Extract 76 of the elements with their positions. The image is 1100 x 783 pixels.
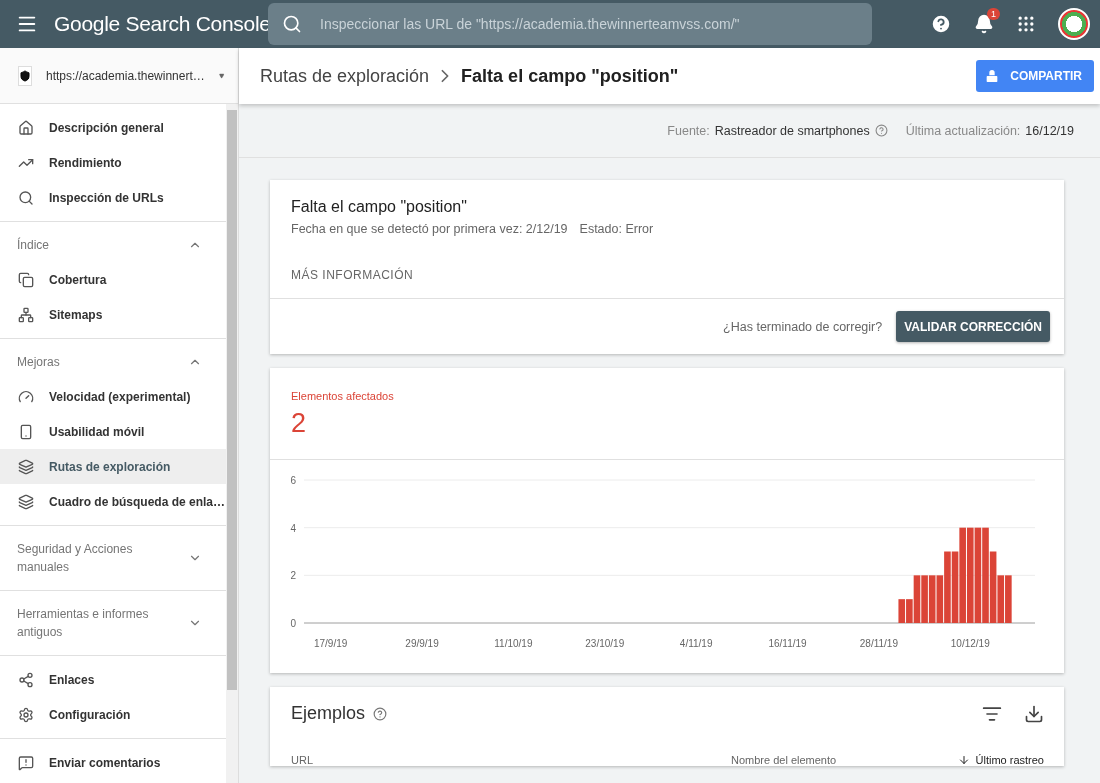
help-icon[interactable] (930, 13, 952, 35)
app-title: Google Search Console (54, 12, 268, 36)
property-selector[interactable]: https://academia.thewinnert… (0, 48, 238, 104)
shield-icon (19, 69, 31, 82)
detected-date: Fecha en que se detectó por primera vez: 2/12/19 (291, 222, 568, 236)
axis-label: 10/12/19 (950, 638, 990, 649)
column-header[interactable]: URL (291, 754, 731, 766)
nav-item[interactable]: Cuadro de búsqueda de enla… (0, 484, 226, 519)
axis-label: 23/10/19 (585, 638, 625, 649)
axis-label: 0 (290, 618, 296, 629)
home-icon (18, 119, 34, 136)
notification-badge: 1 (987, 8, 1000, 20)
column-header[interactable]: Nombre del elemento (731, 754, 837, 766)
dropdown-icon (218, 71, 224, 80)
affected-count: 2 (291, 408, 307, 438)
help-icon[interactable] (874, 124, 888, 137)
phone-icon (18, 423, 34, 440)
nav-item[interactable]: Usabilidad móvil (0, 414, 226, 449)
copy-icon (18, 271, 34, 288)
apps-icon[interactable] (1016, 14, 1036, 34)
layers-icon (18, 458, 34, 475)
layers-icon (18, 493, 34, 510)
download-icon[interactable] (1024, 703, 1044, 724)
issue-title: Falta el campo "position" (290, 197, 468, 217)
more-info-link[interactable]: MÁS INFORMACIÓN (291, 268, 414, 282)
axis-label: 16/11/19 (768, 638, 807, 649)
axis-label: 4 (290, 522, 296, 534)
breadcrumb-link[interactable]: Rutas de exploración (260, 65, 430, 87)
section-header[interactable]: Índice (0, 228, 226, 262)
nav-item[interactable]: Cobertura (0, 262, 226, 297)
nav-item[interactable]: Configuración (0, 697, 226, 732)
share-button[interactable]: COMPARTIR (976, 60, 1094, 92)
status-text: Estado: Error (579, 222, 654, 236)
search-field[interactable]: Inspeccionar las URL de "https://academia.thewinnerteamvss.com/" (318, 15, 858, 33)
sitemap-icon (18, 306, 34, 323)
sort-icon (957, 754, 970, 766)
column-header[interactable]: Último rastreo (957, 754, 1044, 766)
affected-label: Elementos afectados (290, 389, 395, 404)
avatar[interactable] (1058, 8, 1090, 40)
nav-item[interactable]: Velocidad (experimental) (0, 379, 226, 414)
section-header[interactable]: Mejoras (0, 345, 226, 379)
updated-value: 16/12/19 (1025, 123, 1074, 138)
question-text: ¿Has terminado de corregir? (723, 319, 883, 334)
gauge-icon (18, 388, 34, 405)
source-label: Fuente: (667, 123, 710, 138)
axis-label: 2 (290, 570, 296, 582)
axis-label: 17/9/19 (313, 638, 348, 649)
nav-item[interactable]: Rendimiento (0, 145, 226, 180)
axis-label: 28/11/19 (859, 638, 898, 649)
source-value: Rastreador de smartphones (714, 123, 870, 138)
nav-item[interactable]: Rutas de exploración (0, 449, 226, 484)
nav-item[interactable]: Enviar comentarios (0, 745, 226, 780)
nav-item[interactable]: Descripción general (0, 110, 226, 145)
axis-label: 6 (290, 475, 296, 486)
search-bar[interactable]: Inspeccionar las URL de "https://academia.thewinnerteamvss.com/" (268, 3, 872, 45)
nav-item[interactable]: Sitemaps (0, 297, 226, 332)
page-title: Falta el campo "position" (461, 65, 679, 87)
settings-icon (18, 706, 34, 723)
share-icon (18, 671, 34, 688)
feedback-icon (18, 754, 34, 771)
lock-icon (984, 68, 1001, 84)
validate-button[interactable]: VALIDAR CORRECCIÓN (896, 311, 1050, 342)
axis-label: 4/11/19 (679, 638, 713, 649)
section-header[interactable]: Seguridad y Acciones manuales (0, 532, 226, 584)
help-icon[interactable] (373, 706, 388, 721)
axis-label: 11/10/19 (494, 638, 533, 649)
nav-item[interactable]: Inspección de URLs (0, 180, 226, 215)
scrollbar[interactable] (226, 104, 238, 783)
examples-title: Ejemplos (291, 703, 366, 724)
chevron-icon (441, 69, 450, 83)
search-icon (282, 14, 302, 34)
section-header[interactable]: Herramientas e informes antiguos (0, 597, 226, 649)
updated-label: Última actualización: (905, 123, 1021, 138)
nav-item[interactable]: Enlaces (0, 662, 226, 697)
axis-label: 29/9/19 (405, 638, 439, 649)
search-icon (18, 189, 34, 206)
